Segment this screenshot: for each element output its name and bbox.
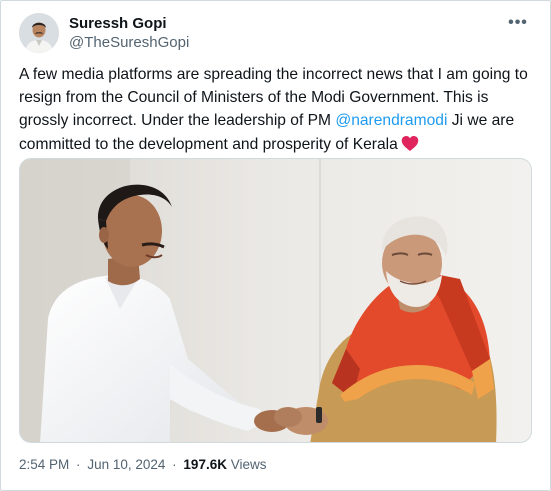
author-handle[interactable]: @TheSureshGopi: [69, 33, 189, 52]
photo-two-men-greeting-handshake-image: [20, 159, 531, 442]
tweet-date[interactable]: Jun 10, 2024: [87, 457, 165, 472]
author-avatar[interactable]: [19, 13, 59, 53]
views-count: 197.6K: [183, 457, 227, 472]
meta-separator-2: ·: [172, 457, 177, 472]
more-horizontal-icon[interactable]: •••: [506, 13, 530, 33]
tweet-text: A few media platforms are spreading the …: [19, 63, 534, 159]
tweet-time[interactable]: 2:54 PM: [19, 457, 69, 472]
tweet-header: Suressh Gopi @TheSureshGopi •••: [19, 13, 534, 53]
author-names: Suressh Gopi @TheSureshGopi: [69, 14, 189, 52]
tweet-photo[interactable]: [19, 158, 532, 443]
mention-link[interactable]: @narendramodi: [335, 112, 447, 129]
tweet-card: Suressh Gopi @TheSureshGopi ••• A few me…: [0, 0, 551, 491]
views-label: Views: [230, 457, 267, 472]
profile-photo-icon: [19, 13, 59, 53]
red-heart-icon: [401, 135, 419, 159]
tweet-meta: 2:54 PM · Jun 10, 2024 · 197.6K Views: [19, 456, 267, 474]
author-display-name[interactable]: Suressh Gopi: [69, 14, 189, 33]
meta-separator: ·: [76, 457, 81, 472]
